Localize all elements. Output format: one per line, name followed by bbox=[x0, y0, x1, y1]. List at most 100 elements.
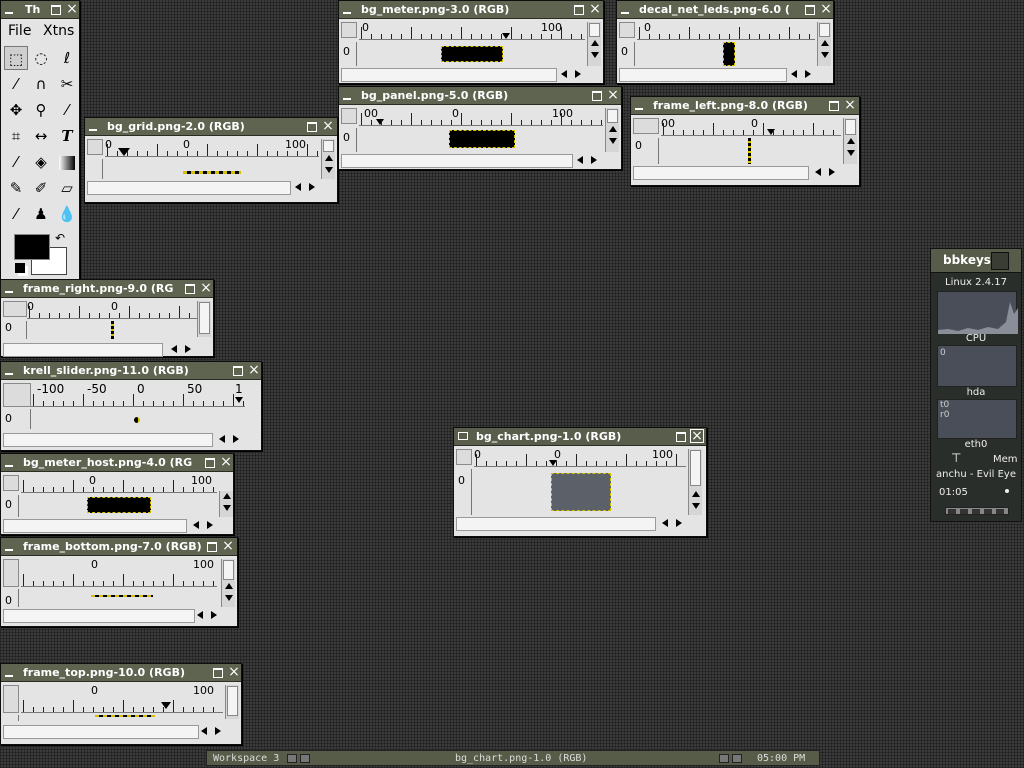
window-titlebar[interactable]: frame_left.png-8.0 (RGB) × bbox=[631, 97, 859, 115]
horizontal-ruler[interactable]: 00 0 bbox=[661, 118, 841, 136]
close-icon[interactable]: × bbox=[227, 665, 241, 679]
minimize-icon[interactable] bbox=[343, 12, 351, 14]
ruler-corner[interactable] bbox=[456, 449, 472, 465]
vertical-ruler[interactable]: 0 bbox=[3, 495, 19, 517]
airbrush-icon[interactable]: ⁄ bbox=[4, 202, 28, 226]
horizontal-ruler[interactable]: 0 bbox=[637, 22, 815, 40]
maximize-icon[interactable] bbox=[213, 668, 223, 678]
image-canvas[interactable] bbox=[183, 171, 241, 174]
maximize-icon[interactable] bbox=[592, 91, 602, 101]
close-icon[interactable]: × bbox=[65, 2, 79, 16]
scroll-left-icon[interactable] bbox=[577, 156, 583, 164]
horizontal-ruler[interactable]: 0 100 bbox=[21, 685, 223, 713]
rect-select-icon[interactable]: ⬚ bbox=[4, 46, 28, 70]
minimize-icon[interactable] bbox=[621, 12, 629, 14]
image-canvas[interactable] bbox=[87, 497, 151, 513]
minimize-icon[interactable] bbox=[5, 549, 13, 551]
scroll-right-icon[interactable] bbox=[575, 70, 581, 78]
text-icon[interactable]: T bbox=[55, 124, 79, 148]
minimize-icon[interactable] bbox=[5, 291, 13, 293]
minimize-icon[interactable] bbox=[343, 98, 351, 100]
vertical-scrollbar[interactable] bbox=[605, 108, 619, 152]
smudge-icon[interactable]: 💧 bbox=[55, 202, 79, 226]
flip-icon[interactable]: ↔ bbox=[29, 124, 53, 148]
stop-button-icon[interactable] bbox=[984, 509, 992, 514]
close-icon[interactable]: × bbox=[321, 119, 335, 133]
ruler-corner[interactable] bbox=[341, 22, 357, 38]
scroll-right-icon[interactable] bbox=[211, 611, 217, 619]
vertical-ruler[interactable]: 0 bbox=[633, 138, 659, 164]
minimize-icon[interactable] bbox=[89, 129, 97, 131]
horizontal-scrollbar[interactable] bbox=[341, 154, 573, 168]
measure-icon[interactable]: ⁄ bbox=[55, 98, 79, 122]
window-titlebar[interactable]: bg_grid.png-2.0 (RGB) × bbox=[85, 118, 337, 136]
maximize-icon[interactable] bbox=[307, 122, 317, 132]
vertical-scrollbar[interactable] bbox=[321, 139, 335, 179]
move-icon[interactable]: ✥ bbox=[4, 98, 28, 122]
close-icon[interactable]: × bbox=[819, 2, 833, 16]
minimize-icon[interactable] bbox=[458, 432, 468, 440]
scroll-down-icon[interactable] bbox=[225, 595, 233, 601]
window-titlebar[interactable]: bg_chart.png-1.0 (RGB) × bbox=[454, 428, 706, 446]
horizontal-scrollbar[interactable] bbox=[341, 68, 557, 82]
window-titlebar[interactable]: krell_slider.png-11.0 (RGB) × bbox=[1, 362, 261, 380]
vertical-scrollbar[interactable] bbox=[219, 491, 233, 517]
window-titlebar[interactable]: decal_net_leds.png-6.0 ( × bbox=[617, 1, 833, 19]
vertical-scrollbar[interactable] bbox=[225, 685, 239, 719]
ruler-corner[interactable] bbox=[87, 139, 103, 155]
close-icon[interactable]: × bbox=[199, 281, 213, 295]
scroll-up-icon[interactable] bbox=[225, 583, 233, 589]
gradient-icon[interactable] bbox=[55, 150, 79, 174]
close-icon[interactable]: × bbox=[588, 2, 602, 16]
scroll-right-icon[interactable] bbox=[215, 727, 221, 735]
scroll-left-icon[interactable] bbox=[193, 521, 199, 529]
image-canvas[interactable] bbox=[111, 321, 114, 339]
horizontal-scrollbar[interactable] bbox=[87, 181, 291, 195]
window-titlebar[interactable]: bg_panel.png-5.0 (RGB) × bbox=[339, 87, 621, 105]
horizontal-ruler[interactable]: 0 100 bbox=[21, 475, 217, 493]
paintbrush-icon[interactable]: ✐ bbox=[29, 176, 53, 200]
play-button-icon[interactable] bbox=[960, 509, 968, 514]
scroll-up-icon[interactable] bbox=[847, 138, 855, 144]
minimize-icon[interactable] bbox=[635, 108, 643, 110]
scroll-right-icon[interactable] bbox=[591, 156, 597, 164]
vertical-ruler[interactable]: 0 bbox=[341, 42, 357, 66]
toolbox-titlebar[interactable]: Th × bbox=[1, 1, 79, 19]
minimize-icon[interactable] bbox=[5, 675, 13, 677]
eraser-icon[interactable]: ▱ bbox=[55, 176, 79, 200]
scroll-up-icon[interactable] bbox=[821, 40, 829, 46]
pause-button-icon[interactable] bbox=[972, 509, 980, 514]
image-canvas[interactable] bbox=[134, 417, 140, 423]
scroll-thumb[interactable] bbox=[819, 23, 830, 37]
scroll-down-icon[interactable] bbox=[591, 52, 599, 58]
ruler-corner[interactable] bbox=[3, 301, 27, 317]
scroll-left-icon[interactable] bbox=[197, 611, 203, 619]
scroll-right-icon[interactable] bbox=[309, 183, 315, 191]
gkrellm-titlebar[interactable]: bbkeys bbox=[931, 249, 1021, 273]
scroll-thumb[interactable] bbox=[845, 119, 856, 135]
vertical-scrollbar[interactable] bbox=[197, 301, 211, 337]
vertical-ruler[interactable]: 0 bbox=[3, 321, 27, 339]
window-next-icon[interactable] bbox=[732, 754, 742, 763]
ruler-corner[interactable] bbox=[341, 108, 357, 124]
default-colors-icon[interactable] bbox=[15, 263, 25, 273]
maximize-icon[interactable] bbox=[205, 458, 215, 468]
ruler-corner[interactable] bbox=[3, 685, 19, 713]
horizontal-scrollbar[interactable] bbox=[3, 343, 163, 357]
menu-xtns[interactable]: Xtns bbox=[43, 23, 74, 39]
active-window-label[interactable]: bg_chart.png-1.0 (RGB) bbox=[455, 753, 587, 764]
vertical-scrollbar[interactable] bbox=[688, 449, 702, 515]
foreground-color-swatch[interactable] bbox=[14, 234, 50, 260]
workspace-prev-icon[interactable] bbox=[287, 754, 297, 763]
vertical-scrollbar[interactable] bbox=[843, 118, 857, 164]
vertical-scrollbar[interactable] bbox=[587, 22, 601, 66]
minimize-icon[interactable] bbox=[5, 373, 13, 375]
scroll-left-icon[interactable] bbox=[201, 727, 207, 735]
lasso-icon[interactable]: ℓ bbox=[55, 46, 79, 70]
ruler-corner[interactable] bbox=[619, 22, 635, 38]
horizontal-ruler[interactable]: 0 0 bbox=[27, 301, 199, 319]
window-titlebar[interactable]: bg_meter.png-3.0 (RGB) × bbox=[339, 1, 603, 19]
scroll-left-icon[interactable] bbox=[295, 183, 301, 191]
scroll-up-icon[interactable] bbox=[223, 493, 231, 499]
scroll-left-icon[interactable] bbox=[219, 435, 225, 443]
